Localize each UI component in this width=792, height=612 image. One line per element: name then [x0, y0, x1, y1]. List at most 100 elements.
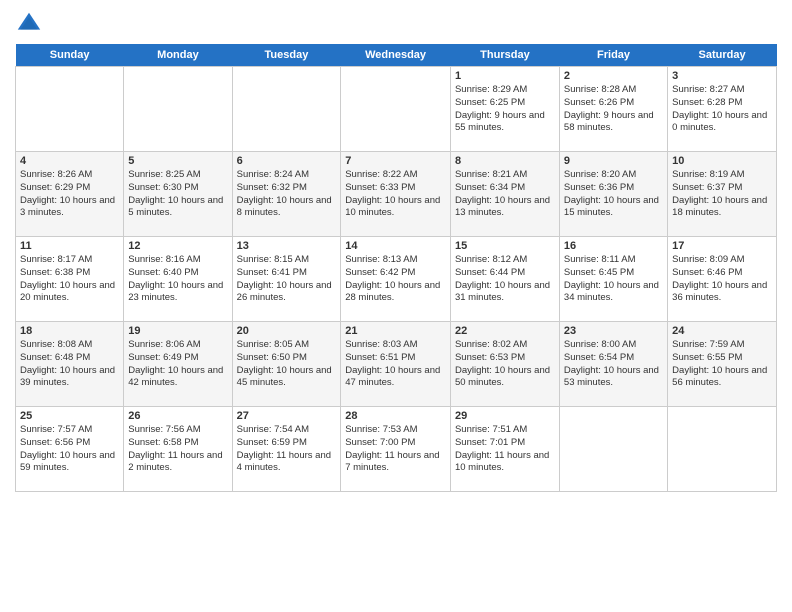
calendar-cell [16, 67, 124, 152]
calendar-cell: 18Sunrise: 8:08 AMSunset: 6:48 PMDayligh… [16, 322, 124, 407]
day-header-sunday: Sunday [16, 44, 124, 67]
day-number: 25 [20, 410, 119, 422]
day-header-wednesday: Wednesday [341, 44, 451, 67]
calendar-cell: 23 Sunrise: 8:00 AMSunset: 6:54 PMDayligh… [559, 322, 667, 407]
calendar-cell: 11 Sunrise: 8:17 AMSunset: 6:38 PMDayligh… [16, 237, 124, 322]
logo [15, 10, 47, 38]
day-number: 9 [564, 155, 663, 167]
calendar-cell: 21Sunrise: 8:03 AMSunset: 6:51 PMDayligh… [341, 322, 451, 407]
calendar-cell: 4 Sunrise: 8:26 AMSunset: 6:29 PMDaylight… [16, 152, 124, 237]
day-number: 22 [455, 325, 555, 337]
calendar-cell: 3 Sunrise: 8:27 AMSunset: 6:28 PMDaylight… [668, 67, 777, 152]
day-header-thursday: Thursday [450, 44, 559, 67]
day-number: 29 [455, 410, 555, 422]
week-row-2: 4 Sunrise: 8:26 AMSunset: 6:29 PMDaylight… [16, 152, 777, 237]
day-number: 15 [455, 240, 555, 252]
cell-daylight-info: Sunrise: 8:00 AMSunset: 6:54 PMDaylight:… [564, 339, 663, 390]
week-row-1: 1 Sunrise: 8:29 AMSunset: 6:25 PMDaylight… [16, 67, 777, 152]
day-header-friday: Friday [559, 44, 667, 67]
calendar-cell: 19Sunrise: 8:06 AMSunset: 6:49 PMDayligh… [124, 322, 232, 407]
cell-daylight-info: Sunrise: 8:24 AMSunset: 6:32 PMDaylight:… [237, 169, 337, 220]
day-number: 7 [345, 155, 446, 167]
calendar-cell: 17Sunrise: 8:09 AMSunset: 6:46 PMDayligh… [668, 237, 777, 322]
day-number: 11 [20, 240, 119, 252]
day-number: 12 [128, 240, 227, 252]
cell-daylight-info: Sunrise: 8:13 AMSunset: 6:42 PMDaylight:… [345, 254, 446, 305]
cell-daylight-info: Sunrise: 8:09 AMSunset: 6:46 PMDaylight:… [672, 254, 772, 305]
cell-daylight-info: Sunrise: 8:17 AMSunset: 6:38 PMDaylight:… [20, 254, 119, 305]
day-number: 27 [237, 410, 337, 422]
cell-daylight-info: Sunrise: 8:16 AMSunset: 6:40 PMDaylight:… [128, 254, 227, 305]
week-row-3: 11 Sunrise: 8:17 AMSunset: 6:38 PMDayligh… [16, 237, 777, 322]
day-header-monday: Monday [124, 44, 232, 67]
cell-daylight-info: Sunrise: 8:28 AMSunset: 6:26 PMDaylight:… [564, 84, 663, 135]
day-number: 4 [20, 155, 119, 167]
day-number: 8 [455, 155, 555, 167]
calendar-cell: 2Sunrise: 8:28 AMSunset: 6:26 PMDaylight… [559, 67, 667, 152]
day-number: 21 [345, 325, 446, 337]
cell-daylight-info: Sunrise: 8:27 AMSunset: 6:28 PMDaylight:… [672, 84, 772, 135]
calendar-cell: 26Sunrise: 7:56 AMSunset: 6:58 PMDayligh… [124, 407, 232, 492]
calendar-cell: 13 Sunrise: 8:15 AMSunset: 6:41 PMDayligh… [232, 237, 341, 322]
day-number: 16 [564, 240, 663, 252]
days-header-row: SundayMondayTuesdayWednesdayThursdayFrid… [16, 44, 777, 67]
cell-daylight-info: Sunrise: 7:54 AMSunset: 6:59 PMDaylight:… [237, 424, 337, 475]
calendar-cell: 9 Sunrise: 8:20 AMSunset: 6:36 PMDaylight… [559, 152, 667, 237]
calendar-cell: 6 Sunrise: 8:24 AMSunset: 6:32 PMDaylight… [232, 152, 341, 237]
day-number: 6 [237, 155, 337, 167]
cell-daylight-info: Sunrise: 7:59 AMSunset: 6:55 PMDaylight:… [672, 339, 772, 390]
day-number: 20 [237, 325, 337, 337]
calendar-cell: 20 Sunrise: 8:05 AMSunset: 6:50 PMDayligh… [232, 322, 341, 407]
day-number: 23 [564, 325, 663, 337]
calendar-cell: 1 Sunrise: 8:29 AMSunset: 6:25 PMDaylight… [450, 67, 559, 152]
day-header-saturday: Saturday [668, 44, 777, 67]
calendar-cell: 16 Sunrise: 8:11 AMSunset: 6:45 PMDayligh… [559, 237, 667, 322]
cell-daylight-info: Sunrise: 7:53 AMSunset: 7:00 PMDaylight:… [345, 424, 446, 475]
day-number: 5 [128, 155, 227, 167]
calendar-cell [124, 67, 232, 152]
week-row-5: 25 Sunrise: 7:57 AMSunset: 6:56 PMDayligh… [16, 407, 777, 492]
calendar-table: SundayMondayTuesdayWednesdayThursdayFrid… [15, 44, 777, 492]
calendar-cell [341, 67, 451, 152]
day-number: 1 [455, 70, 555, 82]
week-row-4: 18Sunrise: 8:08 AMSunset: 6:48 PMDayligh… [16, 322, 777, 407]
calendar-cell: 10 Sunrise: 8:19 AMSunset: 6:37 PMDayligh… [668, 152, 777, 237]
calendar-cell: 29Sunrise: 7:51 AMSunset: 7:01 PMDayligh… [450, 407, 559, 492]
header-section [15, 10, 777, 38]
day-number: 3 [672, 70, 772, 82]
day-number: 24 [672, 325, 772, 337]
calendar-cell [559, 407, 667, 492]
calendar-cell [232, 67, 341, 152]
calendar-cell: 25 Sunrise: 7:57 AMSunset: 6:56 PMDayligh… [16, 407, 124, 492]
cell-daylight-info: Sunrise: 8:20 AMSunset: 6:36 PMDaylight:… [564, 169, 663, 220]
day-number: 28 [345, 410, 446, 422]
calendar-cell: 14 Sunrise: 8:13 AMSunset: 6:42 PMDayligh… [341, 237, 451, 322]
day-number: 13 [237, 240, 337, 252]
calendar-cell [668, 407, 777, 492]
calendar-cell: 15 Sunrise: 8:12 AMSunset: 6:44 PMDayligh… [450, 237, 559, 322]
cell-daylight-info: Sunrise: 8:25 AMSunset: 6:30 PMDaylight:… [128, 169, 227, 220]
day-number: 14 [345, 240, 446, 252]
cell-daylight-info: Sunrise: 8:26 AMSunset: 6:29 PMDaylight:… [20, 169, 119, 220]
calendar-cell: 24 Sunrise: 7:59 AMSunset: 6:55 PMDayligh… [668, 322, 777, 407]
cell-daylight-info: Sunrise: 8:11 AMSunset: 6:45 PMDaylight:… [564, 254, 663, 305]
cell-daylight-info: Sunrise: 8:12 AMSunset: 6:44 PMDaylight:… [455, 254, 555, 305]
cell-daylight-info: Sunrise: 7:56 AMSunset: 6:58 PMDaylight:… [128, 424, 227, 475]
logo-icon [15, 10, 43, 38]
calendar-cell: 5 Sunrise: 8:25 AMSunset: 6:30 PMDaylight… [124, 152, 232, 237]
calendar-cell: 8 Sunrise: 8:21 AMSunset: 6:34 PMDaylight… [450, 152, 559, 237]
day-number: 10 [672, 155, 772, 167]
calendar-cell: 28 Sunrise: 7:53 AMSunset: 7:00 PMDayligh… [341, 407, 451, 492]
cell-daylight-info: Sunrise: 8:19 AMSunset: 6:37 PMDaylight:… [672, 169, 772, 220]
cell-daylight-info: Sunrise: 8:05 AMSunset: 6:50 PMDaylight:… [237, 339, 337, 390]
calendar-cell: 12 Sunrise: 8:16 AMSunset: 6:40 PMDayligh… [124, 237, 232, 322]
cell-daylight-info: Sunrise: 8:29 AMSunset: 6:25 PMDaylight:… [455, 84, 555, 135]
cell-daylight-info: Sunrise: 8:02 AMSunset: 6:53 PMDaylight:… [455, 339, 555, 390]
cell-daylight-info: Sunrise: 8:22 AMSunset: 6:33 PMDaylight:… [345, 169, 446, 220]
calendar-cell: 22 Sunrise: 8:02 AMSunset: 6:53 PMDayligh… [450, 322, 559, 407]
cell-daylight-info: Sunrise: 8:15 AMSunset: 6:41 PMDaylight:… [237, 254, 337, 305]
cell-daylight-info: Sunrise: 7:57 AMSunset: 6:56 PMDaylight:… [20, 424, 119, 475]
calendar-cell: 27 Sunrise: 7:54 AMSunset: 6:59 PMDayligh… [232, 407, 341, 492]
cell-daylight-info: Sunrise: 8:21 AMSunset: 6:34 PMDaylight:… [455, 169, 555, 220]
calendar-container: SundayMondayTuesdayWednesdayThursdayFrid… [0, 0, 792, 502]
